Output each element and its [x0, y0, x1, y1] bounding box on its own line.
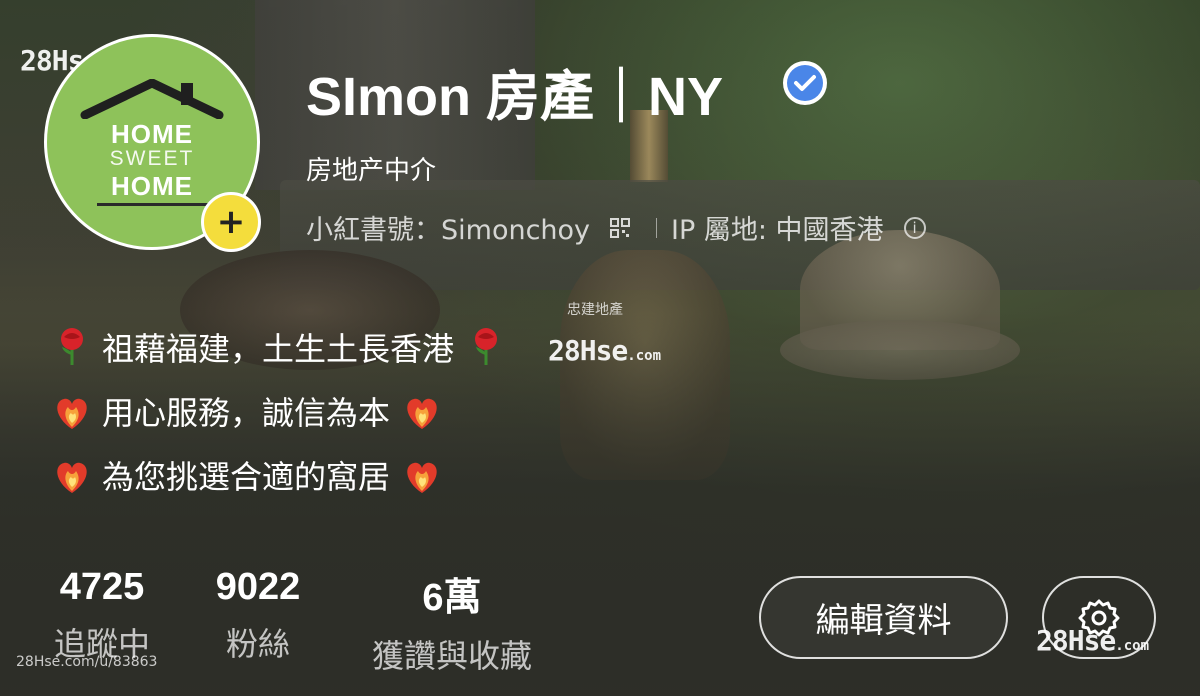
verified-badge-icon: [783, 61, 827, 105]
bio-line: 為您挑選合適的窩居: [50, 452, 444, 498]
bio-line: 祖藉福建，土生土長香港: [50, 324, 508, 370]
stat-followers[interactable]: 9022 粉絲: [198, 566, 318, 665]
avatar-text-sweet: SWEET: [109, 147, 195, 170]
stat-likes-collections[interactable]: 6萬 獲讚與收藏: [352, 566, 552, 677]
settings-button[interactable]: [1042, 576, 1156, 659]
profile-name: SImon 房產｜NY: [306, 67, 724, 127]
stat-following-count: 4725: [59, 566, 145, 608]
bio-text: 用心服務，誠信為本: [102, 394, 391, 432]
avatar-text-home: HOME: [111, 119, 193, 149]
plus-icon: +: [216, 202, 246, 242]
heart-on-fire-icon: [407, 462, 437, 493]
watermark-28hse: 28Hse.com: [548, 334, 662, 367]
add-story-button[interactable]: +: [201, 192, 261, 252]
divider: [656, 217, 658, 238]
heart-on-fire-icon: [57, 462, 87, 493]
profile-id: 小紅書號：Simonchoy: [306, 215, 591, 246]
stat-followers-count: 9022: [215, 566, 301, 608]
ip-location: IP 屬地: 中國香港: [671, 215, 884, 246]
watermark-agency: 忠建地產: [567, 302, 623, 318]
gear-icon: [1078, 599, 1120, 636]
bio-text: 為您挑選合適的窩居: [102, 458, 391, 496]
stat-following[interactable]: 4725 追蹤中: [44, 566, 160, 665]
profile-occupation: 房地产中介: [306, 156, 437, 186]
avatar-underline: [97, 203, 209, 206]
bio-line: 用心服務，誠信為本: [50, 388, 444, 434]
heart-on-fire-icon: [57, 398, 87, 429]
info-icon[interactable]: i: [903, 216, 926, 239]
heart-on-fire-icon: [407, 398, 437, 429]
house-roof-icon: [80, 79, 224, 119]
bio-text: 祖藉福建，土生土長香港: [102, 330, 455, 368]
edit-profile-button[interactable]: 編輯資料: [759, 576, 1008, 659]
profile-id-row: 小紅書號：Simonchoy IP 屬地: 中國香港 i: [306, 208, 926, 247]
rose-icon: [475, 328, 498, 365]
stat-following-label: 追蹤中: [53, 625, 150, 663]
stat-likes-label: 獲讚與收藏: [371, 637, 532, 675]
stat-followers-label: 粉絲: [225, 625, 290, 663]
stat-likes-count: 6萬: [422, 577, 482, 619]
rose-icon: [61, 328, 83, 365]
qr-code-icon[interactable]: [608, 216, 632, 240]
